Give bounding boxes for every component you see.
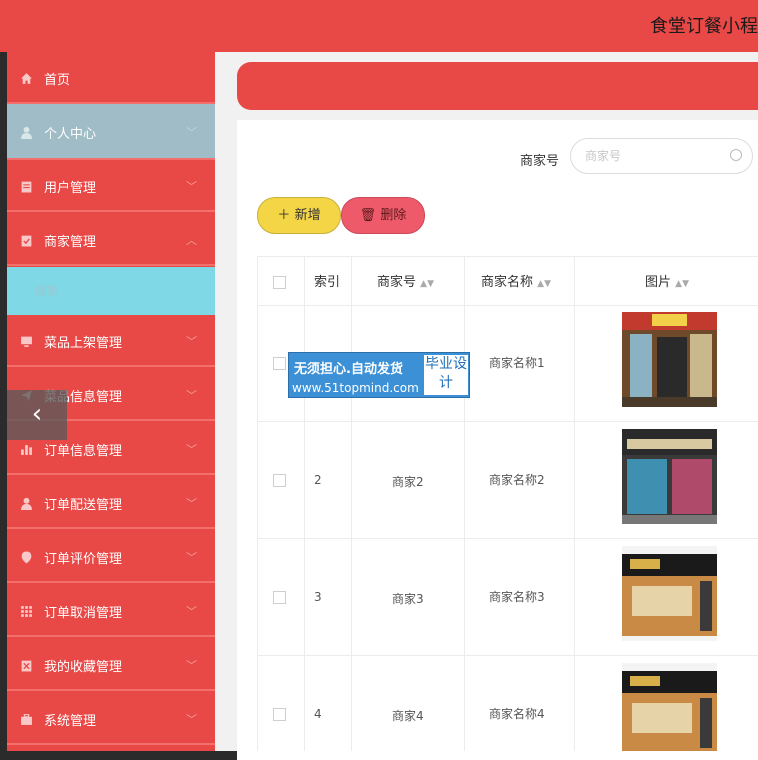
add-label: 新增 bbox=[294, 208, 321, 223]
row-checkbox[interactable] bbox=[273, 708, 286, 721]
sidebar-item-label: 用户管理 bbox=[44, 181, 97, 196]
table-row[interactable]: 3 商家3 商家名称3 bbox=[257, 538, 758, 656]
sidebar-item-favorites[interactable]: 我的收藏管理 ﹀ bbox=[7, 639, 215, 691]
sidebar-item-home[interactable]: 首页 bbox=[7, 52, 215, 104]
sidebar-item-label: 订单评价管理 bbox=[44, 552, 123, 567]
clipboard-check-icon bbox=[21, 235, 32, 247]
chevron-down-icon: ﹀ bbox=[186, 389, 197, 402]
sidebar-item-label: 订单配送管理 bbox=[44, 498, 123, 513]
breadcrumb-bar bbox=[237, 62, 758, 110]
location-icon bbox=[21, 551, 32, 564]
sidebar-item-label: 菜品上架管理 bbox=[44, 336, 123, 351]
add-button[interactable]: ＋ 新增 bbox=[257, 197, 341, 234]
header-bar: 食堂订餐小程 bbox=[0, 0, 758, 52]
chevron-down-icon: ﹀ bbox=[186, 497, 197, 510]
delete-label: 删除 bbox=[380, 208, 407, 223]
sort-icon: ▲▼ bbox=[675, 279, 689, 289]
sidebar-item-label: 我的收藏管理 bbox=[44, 660, 123, 675]
table-header: 索引 商家号 ▲▼ 商家名称 ▲▼ 图片 ▲▼ bbox=[257, 256, 758, 306]
sidebar-item-label: 系统管理 bbox=[44, 714, 97, 729]
header-label: 商家名称 bbox=[481, 275, 534, 290]
clipboard-icon bbox=[21, 660, 32, 672]
sidebar-item-merchants[interactable]: 商家管理 ︿ bbox=[7, 214, 215, 266]
chevron-down-icon: ﹀ bbox=[186, 126, 197, 139]
home-icon bbox=[21, 73, 32, 84]
watermark-badge: 毕业设计 bbox=[424, 355, 468, 395]
shop-photo bbox=[622, 312, 717, 407]
sidebar-item-label: 首页 bbox=[44, 73, 71, 88]
shop-photo bbox=[622, 546, 717, 641]
sort-icon: ▲▼ bbox=[420, 279, 434, 289]
sidebar-subitem-merchant[interactable]: 商家 bbox=[7, 267, 215, 315]
cell-merchant-no: 商家4 bbox=[392, 709, 424, 723]
header-merchant-no[interactable]: 商家号 ▲▼ bbox=[377, 271, 434, 290]
chevron-up-icon: ︿ bbox=[186, 234, 197, 247]
header-picture[interactable]: 图片 ▲▼ bbox=[645, 271, 689, 290]
clipboard-icon bbox=[21, 181, 32, 193]
chevron-down-icon: ﹀ bbox=[186, 180, 197, 193]
watermark-line1: 无须担心.自动发货 bbox=[294, 362, 403, 377]
sidebar-item-users[interactable]: 用户管理 ﹀ bbox=[7, 160, 215, 212]
watermark-line2: www.51topmind.com bbox=[292, 381, 419, 395]
cell-merchant-no: 商家2 bbox=[392, 475, 424, 489]
sort-icon: ▲▼ bbox=[537, 279, 551, 289]
sidebar-item-profile[interactable]: 个人中心 ﹀ bbox=[7, 104, 215, 160]
search-icon bbox=[730, 149, 742, 161]
header-label: 商家号 bbox=[377, 275, 417, 290]
header-label: 图片 bbox=[645, 275, 672, 290]
chevron-down-icon: ﹀ bbox=[186, 551, 197, 564]
header-merchant-name[interactable]: 商家名称 ▲▼ bbox=[481, 271, 551, 290]
cell-merchant-no: 商家3 bbox=[392, 592, 424, 606]
briefcase-icon bbox=[21, 714, 32, 725]
cell-index: 2 bbox=[314, 473, 322, 487]
sidebar-item-order-cancel[interactable]: 订单取消管理 ﹀ bbox=[7, 585, 215, 637]
sidebar-item-label: 订单信息管理 bbox=[44, 444, 123, 459]
chevron-down-icon: ﹀ bbox=[186, 713, 197, 726]
row-checkbox[interactable] bbox=[273, 357, 286, 370]
sidebar-item-order-review[interactable]: 订单评价管理 ﹀ bbox=[7, 531, 215, 583]
sidebar-subitem-label: 商家 bbox=[35, 284, 60, 298]
search-placeholder: 商家号 bbox=[585, 149, 622, 163]
search-label: 商家号 bbox=[520, 154, 560, 169]
sidebar-item-label: 订单取消管理 bbox=[44, 606, 123, 621]
chevron-down-icon: ﹀ bbox=[186, 605, 197, 618]
grid-icon bbox=[21, 606, 32, 617]
cell-index: 3 bbox=[314, 590, 322, 604]
cell-index: 4 bbox=[314, 707, 322, 721]
delete-button[interactable]: 🗑 删除 bbox=[341, 197, 425, 234]
chevron-down-icon: ﹀ bbox=[186, 443, 197, 456]
chevron-down-icon: ﹀ bbox=[186, 659, 197, 672]
user-icon bbox=[21, 497, 32, 510]
sidebar-item-label: 商家管理 bbox=[44, 235, 97, 250]
select-all-checkbox[interactable] bbox=[273, 276, 286, 289]
watermark-banner: 无须担心.自动发货 www.51topmind.com 毕业设计 bbox=[288, 352, 470, 398]
trash-icon: 🗑 bbox=[359, 208, 377, 223]
sidebar-item-order-delivery[interactable]: 订单配送管理 ﹀ bbox=[7, 477, 215, 529]
cell-merchant-name: 商家名称4 bbox=[489, 707, 545, 721]
back-arrow-button[interactable]: ‹ bbox=[7, 390, 67, 440]
monitor-icon bbox=[21, 336, 32, 347]
table-row[interactable]: 2 商家2 商家名称2 bbox=[257, 421, 758, 539]
sidebar-item-dish-listing[interactable]: 菜品上架管理 ﹀ bbox=[7, 315, 215, 367]
cell-merchant-name: 商家名称3 bbox=[489, 590, 545, 604]
app-title: 食堂订餐小程 bbox=[650, 16, 758, 37]
sidebar-item-system[interactable]: 系统管理 ﹀ bbox=[7, 693, 215, 745]
plus-icon: ＋ bbox=[277, 208, 291, 223]
chevron-down-icon: ﹀ bbox=[186, 335, 197, 348]
sidebar-item-label: 个人中心 bbox=[44, 127, 97, 142]
user-icon bbox=[21, 126, 32, 139]
header-index: 索引 bbox=[314, 275, 341, 290]
row-checkbox[interactable] bbox=[273, 474, 286, 487]
bar-chart-icon bbox=[21, 445, 32, 455]
chevron-left-icon: ‹ bbox=[31, 399, 43, 429]
cell-merchant-name: 商家名称2 bbox=[489, 473, 545, 487]
row-checkbox[interactable] bbox=[273, 591, 286, 604]
table-row[interactable]: 4 商家4 商家名称4 bbox=[257, 655, 758, 751]
shop-photo bbox=[622, 663, 717, 751]
search-input[interactable]: 商家号 bbox=[570, 138, 753, 174]
cell-merchant-name: 商家名称1 bbox=[489, 356, 545, 370]
shop-photo bbox=[622, 429, 717, 524]
